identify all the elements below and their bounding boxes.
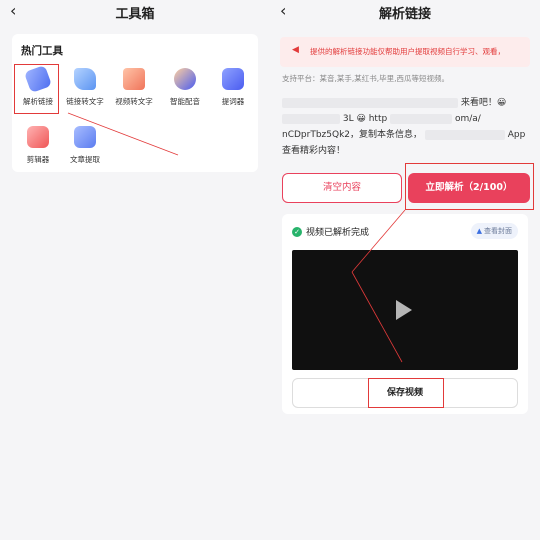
speaker-icon: ◀ [292,45,299,55]
page-title: 解析链接 [378,6,431,22]
toolbox-navbar: ‹ 工具箱 [0,0,270,24]
pasted-line-3-tail: App [507,130,526,140]
tool-label: 提词器 [221,97,245,106]
check-icon: ✓ [292,226,302,237]
annotation-box-parse-button [405,163,534,210]
prompter-icon [222,68,244,90]
blurred-text [282,113,340,124]
voice-icon [174,68,196,90]
clear-content-button[interactable]: 清空内容 [282,173,402,203]
tool-smart-dubbing[interactable]: 智能配音 [162,68,208,114]
article-extract-icon [74,126,96,148]
mountain-icon: ▲ [476,227,482,235]
annotation-box-parse-link [14,64,59,114]
page-title: 工具箱 [115,6,155,22]
pen-icon [74,68,96,90]
tool-prompter[interactable]: 提词器 [210,68,256,114]
parse-status: ✓ 视频已解析完成 [292,225,369,238]
pasted-line-4: 查看精彩内容！ [282,146,346,156]
tool-label: 智能配音 [170,97,200,106]
tool-video-to-text[interactable]: 视频转文字 [111,68,157,114]
play-icon[interactable] [396,300,412,320]
pasted-line-3: nCDprTbz5Qk2，复制本条信息， [282,130,423,140]
blurred-text [282,97,458,108]
tool-link-to-text[interactable]: 链接转文字 [62,68,108,114]
tool-clipper[interactable]: 剪辑器 [15,126,61,172]
video-player[interactable] [292,250,518,370]
pasted-line-1: 来看吧！😀 [460,98,507,108]
view-cover-label: 查看封面 [484,227,512,235]
blurred-text [424,129,505,140]
section-title: 热门工具 [21,45,63,57]
parse-link-navbar: ‹ 解析链接 [270,0,540,24]
view-cover-button[interactable]: ▲ 查看封面 [470,223,518,239]
tool-label: 链接转文字 [66,97,104,106]
toolbox-screen: ‹ 工具箱 热门工具 解析链接 链接转文字 视频转文字 智能配音 提词器 剪辑器 [0,0,270,540]
clip-icon [27,126,49,148]
tool-article-extract[interactable]: 文章提取 [62,126,108,172]
tool-label: 视频转文字 [115,97,153,106]
parse-link-screen: ‹ 解析链接 ◀ 提供的解析链接功能仅帮助用户提取视频自行学习、观看， 支持平台… [270,0,540,540]
notice-text: 提供的解析链接功能仅帮助用户提取视频自行学习、观看， [310,47,505,56]
back-icon[interactable]: ‹ [280,2,286,20]
pasted-line-2-tail: om/a/ [454,114,481,124]
link-input-area[interactable]: 来看吧！😀 3L 😀 http om/a/ nCDprTbz5Qk2，复制本条信… [282,95,530,159]
back-icon[interactable]: ‹ [10,2,16,20]
pasted-line-2: 3L 😀 http [342,114,388,124]
video-play-icon [123,68,145,90]
tool-label: 剪辑器 [26,155,50,164]
annotation-box-save-button [368,378,444,408]
status-text: 视频已解析完成 [306,228,370,238]
notice-banner: ◀ 提供的解析链接功能仅帮助用户提取视频自行学习、观看， [280,37,530,67]
supported-platforms: 支持平台：某音,某手,某红书,毕里,西瓜等短视频。 [282,74,450,83]
blurred-text [390,113,453,124]
tool-label: 文章提取 [70,155,100,164]
